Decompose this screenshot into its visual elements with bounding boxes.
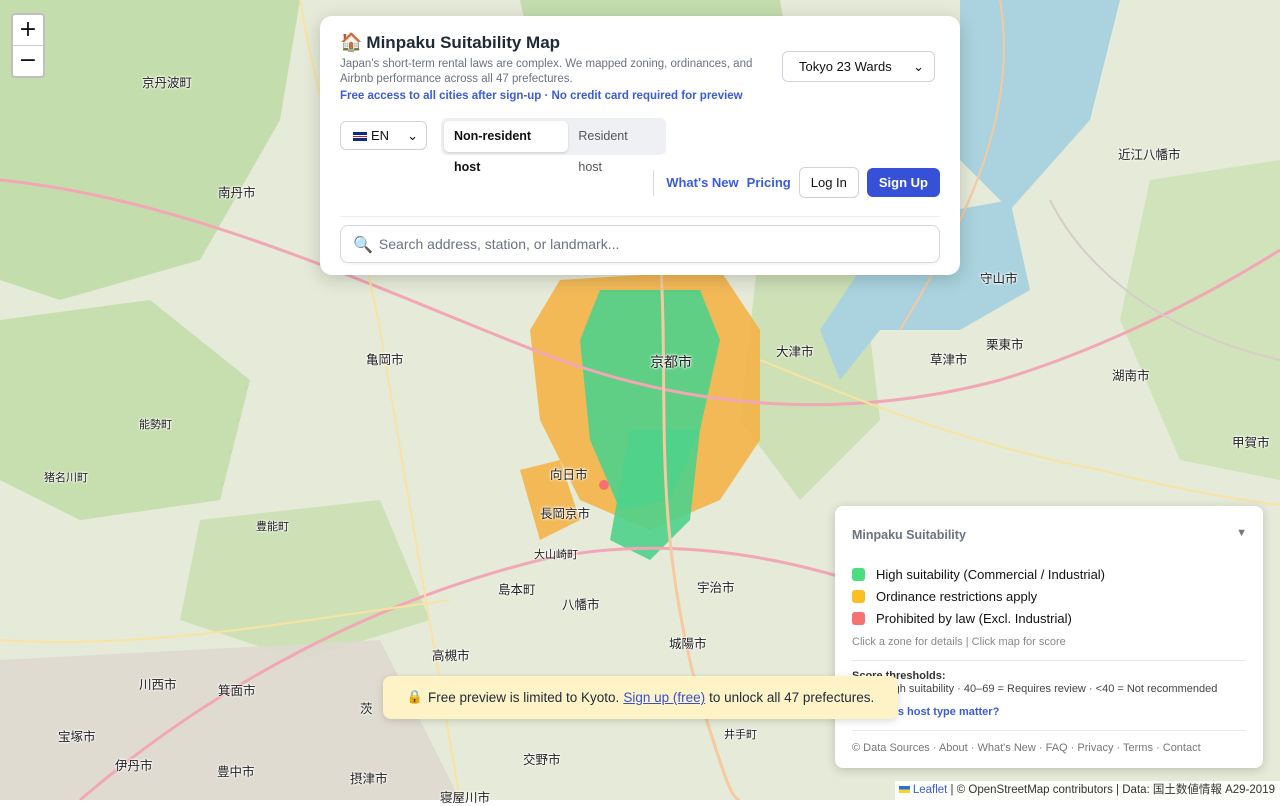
signup-free-link[interactable]: Sign up (free) — [623, 690, 705, 705]
map-label: 城陽市 — [669, 636, 707, 651]
map-label: 宝塚市 — [58, 729, 96, 744]
city-select[interactable]: Tokyo 23 Wards ⌄ — [782, 51, 935, 82]
map-label: 京丹波町 — [142, 75, 193, 90]
legend-item-high: High suitability (Commercial / Industria… — [852, 567, 1105, 582]
language-select-value: EN — [371, 128, 390, 143]
pricing-link[interactable]: Pricing — [747, 175, 791, 190]
host-type-toggle: Non-resident host Resident host — [441, 118, 666, 174]
legend-divider — [852, 730, 1246, 731]
zoom-out-button[interactable]: − — [13, 45, 43, 76]
map-label: 八幡市 — [562, 597, 600, 612]
chevron-down-icon: ⌄ — [407, 127, 418, 143]
whats-new-link[interactable]: What's New — [666, 175, 738, 190]
map-label: 高槻市 — [432, 648, 470, 663]
map-label: 近江八幡市 — [1118, 147, 1181, 162]
legend-panel: Minpaku Suitability ▼ High suitability (… — [835, 506, 1263, 768]
preview-limit-banner: 🔒 Free preview is limited to Kyoto. Sign… — [383, 676, 898, 719]
map-label: 交野市 — [523, 752, 561, 767]
nav-divider — [653, 169, 655, 196]
score-thresholds-text: 70+ = High suitability · 40–69 = Require… — [852, 683, 1218, 695]
map-label: 島本町 — [498, 582, 536, 597]
map-label: 大山崎町 — [534, 548, 578, 561]
red-swatch — [852, 612, 865, 625]
map-label: 豊能町 — [256, 520, 289, 533]
attribution-text: | © OpenStreetMap contributors | Data: 国… — [950, 784, 1275, 796]
map-label: 寝屋川市 — [440, 790, 491, 805]
app-description: Japan's short-term rental laws are compl… — [340, 58, 753, 85]
header-panel: 🏠 Minpaku Suitability Map Japan's short-… — [320, 16, 960, 275]
map-label: 箕面市 — [218, 683, 256, 698]
map-label: 猪名川町 — [44, 471, 88, 484]
legend-item-ordinance: Ordinance restrictions apply — [852, 589, 1037, 604]
lock-icon: 🔒 — [406, 690, 423, 705]
map-label: 長岡京市 — [540, 506, 591, 521]
map-label: 向日市 — [550, 467, 588, 482]
map-attribution: Leaflet | © OpenStreetMap contributors |… — [894, 781, 1280, 800]
map-label: 伊丹市 — [115, 758, 153, 773]
map-label: 南丹市 — [218, 185, 256, 200]
map-label: 能勢町 — [139, 418, 172, 431]
house-icon: 🏠 — [340, 32, 363, 53]
leaflet-link[interactable]: Leaflet — [913, 784, 948, 796]
language-select[interactable]: EN ⌄ — [340, 121, 427, 150]
signup-button[interactable]: Sign Up — [866, 168, 940, 197]
search-placeholder: Search address, station, or landmark... — [378, 236, 620, 252]
legend-divider — [852, 660, 1246, 661]
legend-item-label: High suitability (Commercial / Industria… — [876, 567, 1106, 582]
map-label: 甲賀市 — [1232, 435, 1270, 450]
city-select-value: Tokyo 23 Wards — [799, 59, 892, 74]
ukraine-flag-icon — [898, 786, 910, 794]
legend-hint: Click a zone for details | Click map for… — [852, 636, 1066, 648]
host-type-resident[interactable]: Resident host — [568, 121, 663, 174]
search-input[interactable]: 🔍 Search address, station, or landmark..… — [340, 225, 940, 263]
legend-item-label: Ordinance restrictions apply — [876, 589, 1038, 604]
legend-title: Minpaku Suitability — [852, 528, 966, 542]
top-nav: What's New Pricing Log In Sign Up — [653, 167, 940, 198]
map-label: 湖南市 — [1112, 368, 1150, 383]
free-access-note: Free access to all cities after sign-up … — [340, 90, 743, 102]
map-label: 京都市 — [650, 355, 692, 371]
search-icon: 🔍 — [353, 234, 373, 254]
host-type-non-resident[interactable]: Non-resident host — [444, 121, 569, 174]
footer-links[interactable]: © Data Sources · About · What's New · FA… — [852, 742, 1201, 754]
map-label: 宇治市 — [697, 580, 735, 595]
legend-item-label: Prohibited by law (Excl. Industrial) — [876, 611, 1072, 626]
chevron-down-icon: ⌄ — [913, 58, 924, 74]
app-title: Minpaku Suitability Map — [366, 32, 561, 52]
banner-text: Free preview is limited to Kyoto. — [427, 690, 620, 705]
map-label: 井手町 — [724, 728, 757, 741]
orange-swatch — [852, 590, 865, 603]
legend-item-prohibited: Prohibited by law (Excl. Industrial) — [852, 611, 1072, 626]
zoom-control: + − — [11, 13, 45, 78]
green-swatch — [852, 568, 865, 581]
map-label: 豊中市 — [217, 764, 255, 779]
map-label: 茨 — [360, 701, 373, 716]
panel-divider — [340, 216, 940, 217]
zoom-in-button[interactable]: + — [13, 15, 43, 45]
login-button[interactable]: Log In — [798, 167, 859, 198]
map-label: 守山市 — [980, 271, 1018, 286]
map-label: 栗東市 — [986, 337, 1024, 352]
map-label: 大津市 — [776, 344, 814, 359]
app-title-row: 🏠 Minpaku Suitability Map — [340, 32, 560, 53]
map-label: 川西市 — [139, 677, 177, 692]
uk-flag-icon — [353, 132, 367, 142]
map-label: 摂津市 — [350, 771, 388, 786]
banner-text-end: to unlock all 47 prefectures. — [709, 690, 875, 705]
collapse-caret-icon[interactable]: ▼ — [1236, 527, 1247, 539]
map-label: 草津市 — [930, 352, 968, 367]
map-label: 亀岡市 — [366, 352, 404, 367]
